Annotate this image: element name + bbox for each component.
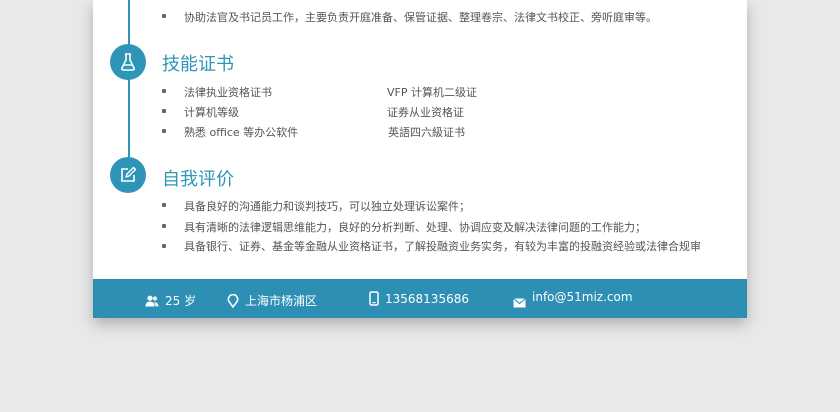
evaluation-item-3: 具备银行、证券、基金等金融从业资格证书，了解投融资业务实务，有较为丰富的投融资经… (184, 240, 701, 253)
email-item: info@51miz.com (513, 286, 633, 308)
phone-text: 13568135686 (385, 291, 469, 306)
contact-footer: 25 岁 上海市杨浦区 13568135686 info@51miz.com (93, 279, 747, 318)
age-text: 25 岁 (165, 294, 197, 308)
evaluation-title: 自我评价 (162, 169, 234, 190)
experience-item: 协助法官及书记员工作，主要负责开庭准备、保管证据、整理卷宗、法律文书校正、旁听庭… (184, 11, 657, 24)
bullet-dot (162, 89, 166, 93)
flask-icon (110, 44, 146, 80)
user-group-icon (145, 295, 159, 306)
skill-right-1: VFP 计算机二级证 (387, 86, 477, 99)
bullet-dot (162, 203, 166, 207)
skill-right-2: 证券从业资格证 (387, 106, 464, 119)
evaluation-item-1: 具备良好的沟通能力和谈判技巧，可以独立处理诉讼案件； (184, 200, 470, 213)
email-text: info@51miz.com (532, 290, 633, 304)
skill-left-2: 计算机等级 (184, 106, 239, 119)
skill-left-3: 熟悉 office 等办公软件 (184, 126, 299, 139)
edit-icon (110, 157, 146, 193)
evaluation-item-2: 具有清晰的法律逻辑思维能力，良好的分析判断、处理、协调应变及解决法律问题的工作能… (184, 221, 646, 234)
skill-left-1: 法律执业资格证书 (184, 86, 272, 99)
location-text: 上海市杨浦区 (245, 294, 318, 308)
location-pin-icon (227, 293, 239, 308)
age-item: 25 岁 (145, 292, 196, 309)
bullet-dot (162, 244, 166, 248)
bullet-dot (162, 224, 166, 228)
mail-icon (513, 298, 526, 308)
timeline-line (128, 0, 130, 160)
resume-page: 协助法官及书记员工作，主要负责开庭准备、保管证据、整理卷宗、法律文书校正、旁听庭… (93, 0, 747, 318)
skill-right-3: 英語四六級证书 (388, 126, 465, 139)
bullet-dot (162, 109, 166, 113)
skills-title: 技能证书 (162, 54, 234, 75)
bullet-dot (162, 129, 166, 133)
bullet-dot (162, 14, 166, 18)
phone-icon (369, 291, 379, 306)
phone-item: 13568135686 (369, 291, 469, 306)
location-item: 上海市杨浦区 (227, 292, 317, 309)
